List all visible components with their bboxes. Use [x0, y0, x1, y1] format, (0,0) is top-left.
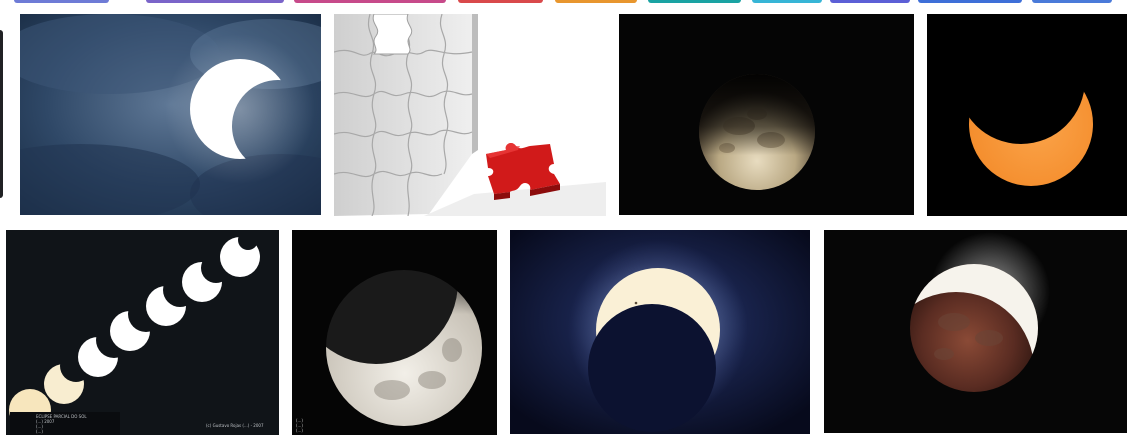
image-result-partial-solar-eclipse-clouds[interactable]: [20, 14, 321, 215]
orange-crescent-image: [927, 14, 1127, 216]
image-result-partial-solar-eclipse-sequence[interactable]: ECLIPSE PARCIAL DO SOL (...) 2007 (...) …: [6, 230, 279, 435]
caption-line-3: (...): [296, 428, 303, 433]
crescent-sun-glow-image: [510, 230, 810, 434]
lunar-eclipse-image: [619, 14, 914, 215]
image-result-puzzle-missing-piece[interactable]: [334, 14, 606, 216]
eclipse-sequence-image: ECLIPSE PARCIAL DO SOL (...) 2007 (...) …: [6, 230, 279, 435]
image-result-lunar-eclipse-red-moon[interactable]: [824, 230, 1127, 433]
puzzle-image: [334, 14, 606, 216]
crescent-moon-image: (...) (...) (...): [292, 230, 497, 435]
caption-line-4: (...): [36, 429, 43, 434]
image-result-lunar-eclipse-crescent-moon[interactable]: (...) (...) (...): [292, 230, 497, 435]
eclipse-clouds-image: [20, 14, 321, 215]
image-results-grid: ECLIPSE PARCIAL DO SOL (...) 2007 (...) …: [0, 0, 1131, 437]
image-credit: (c) Gustavo Rojas (...) - 2007: [206, 423, 264, 428]
image-result-annular-crescent-sun-glow[interactable]: [510, 230, 810, 434]
image-result-orange-crescent-sun[interactable]: [927, 14, 1127, 216]
image-result-lunar-eclipse-dark[interactable]: [619, 14, 914, 215]
red-moon-image: [824, 230, 1127, 433]
